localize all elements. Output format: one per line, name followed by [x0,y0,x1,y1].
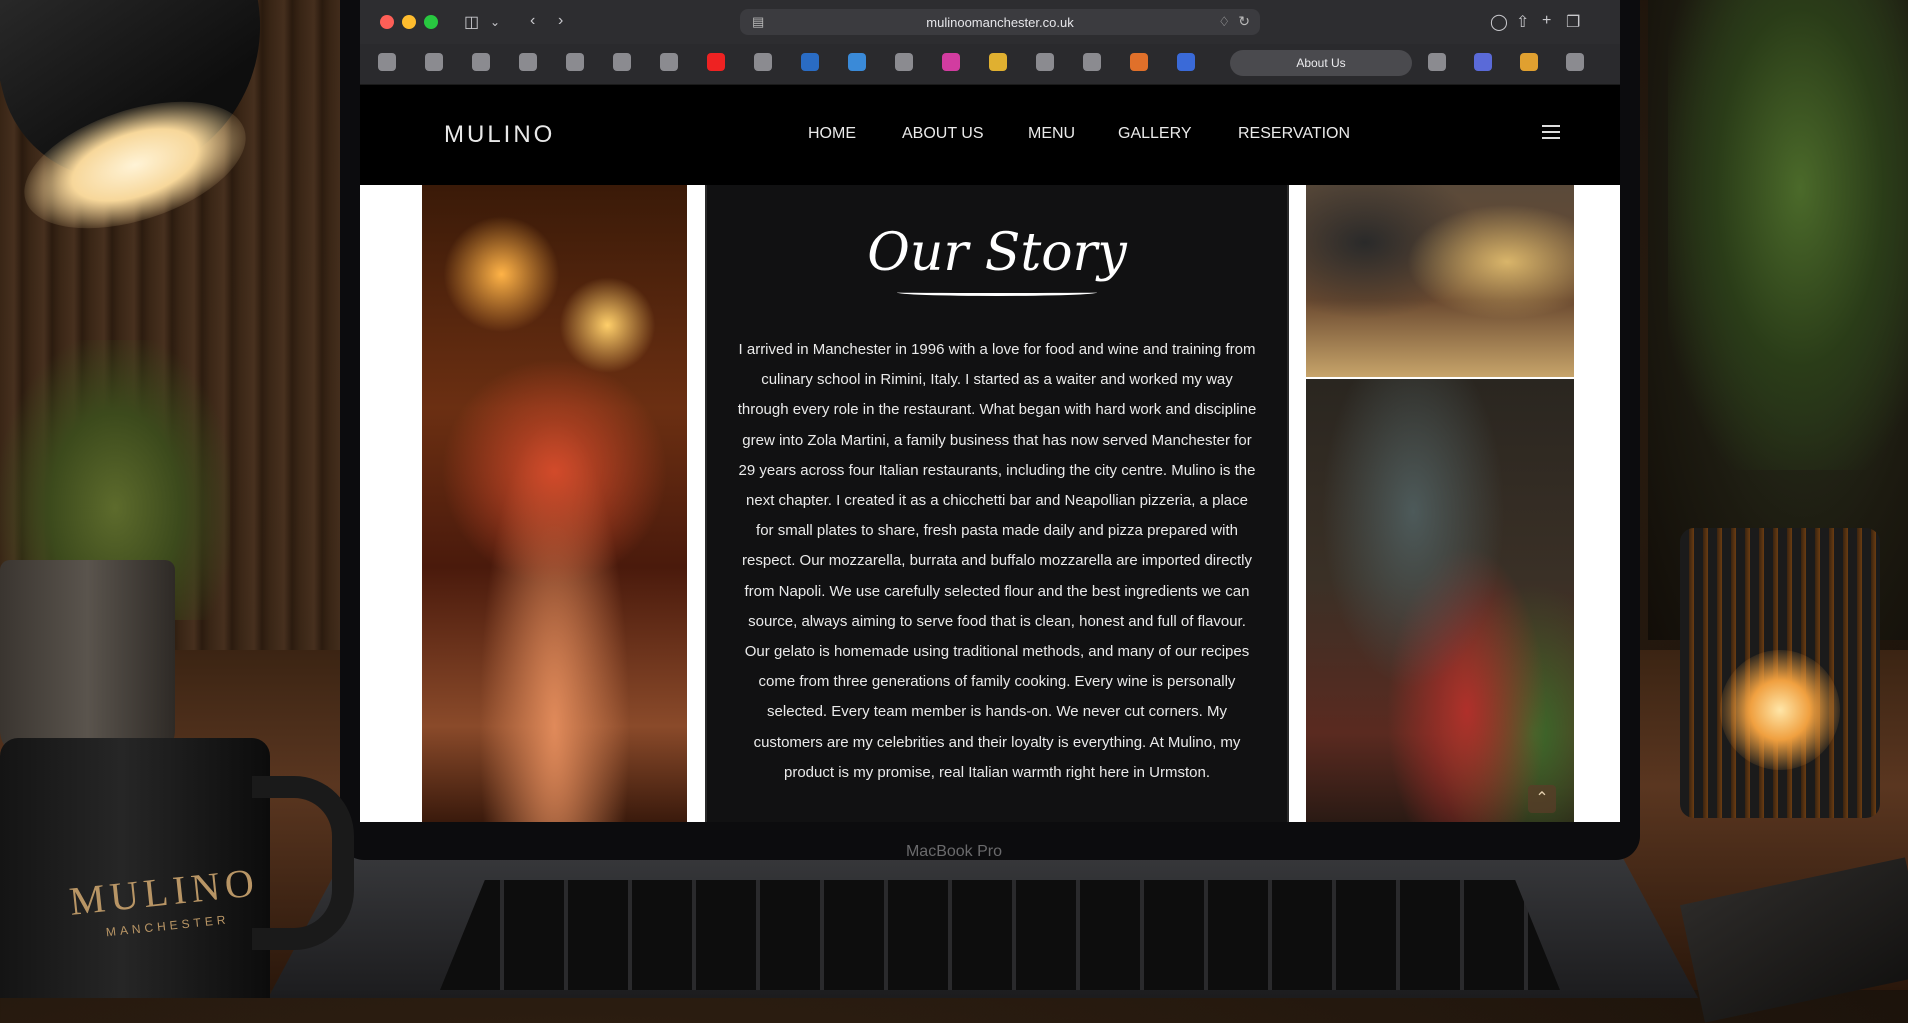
reload-icon[interactable]: ↻ [1238,13,1250,30]
favorite-icon[interactable] [895,53,913,71]
favorite-icon[interactable] [848,53,866,71]
tab-overview-icon[interactable]: ❐ [1566,12,1580,32]
downloads-icon[interactable]: ◯ [1490,12,1508,32]
back-icon[interactable]: ‹ [530,12,535,30]
page-menu-icon[interactable]: ▤ [752,14,764,30]
hamburger-menu-icon[interactable] [1542,125,1560,139]
favorite-icon[interactable] [1036,53,1054,71]
favorite-icon[interactable] [1428,53,1446,71]
favorite-icon[interactable] [1083,53,1101,71]
favorite-icon[interactable] [613,53,631,71]
nav-home[interactable]: HOME [808,125,856,143]
favorite-icon[interactable] [754,53,772,71]
about-section: Our Story I arrived in Manchester in 199… [360,185,1620,822]
address-bar[interactable]: ▤ mulinoomanchester.co.uk ♢ ↻ [740,9,1260,35]
favorite-icon[interactable] [472,53,490,71]
story-panel: Our Story I arrived in Manchester in 199… [705,185,1289,822]
share-icon[interactable]: ⇧ [1516,12,1529,32]
instagram-icon[interactable] [942,53,960,71]
url-text: mulinoomanchester.co.uk [926,14,1074,30]
restaurant-interior-photo [422,185,687,822]
title-underline [897,289,1097,296]
story-title: Our Story [867,223,1127,283]
story-text: I arrived in Manchester in 1996 with a l… [737,341,1257,781]
nav-menu[interactable]: MENU [1028,125,1075,143]
site-logo[interactable]: MULINO [444,121,555,149]
dining-room-photo [1306,379,1574,822]
favorite-icon[interactable] [660,53,678,71]
favorites-bar: About Us [360,44,1620,85]
minimize-window-button[interactable] [402,15,416,29]
team-photo [1306,185,1574,377]
new-tab-icon[interactable]: + [1542,12,1551,30]
nav-reservation[interactable]: RESERVATION [1238,125,1350,143]
favorite-icon[interactable] [1566,53,1584,71]
favorite-icon[interactable] [1177,53,1195,71]
favorite-icon[interactable] [425,53,443,71]
site-header: MULINO HOME ABOUT US MENU GALLERY RESERV… [360,85,1620,185]
nav-about-us[interactable]: ABOUT US [902,125,984,143]
nav-gallery[interactable]: GALLERY [1118,125,1192,143]
tab-label: About Us [1296,56,1346,70]
laptop-keyboard [440,880,1560,990]
favorite-icon[interactable] [519,53,537,71]
favorite-icon[interactable] [989,53,1007,71]
forward-icon[interactable]: › [558,12,563,30]
close-window-button[interactable] [380,15,394,29]
translate-icon[interactable]: ♢ [1218,14,1230,30]
favorite-icon[interactable] [1474,53,1492,71]
plant-pot [0,560,175,760]
chevron-down-icon[interactable]: ⌄ [490,15,500,29]
laptop-screen: ◫ ⌄ ‹ › ▤ mulinoomanchester.co.uk ♢ ↻ ◯ … [360,0,1620,822]
favorite-icon[interactable] [1130,53,1148,71]
favorite-icon[interactable] [566,53,584,71]
chevron-up-icon[interactable]: ⌃ [1528,785,1556,813]
browser-toolbar: ◫ ⌄ ‹ › ▤ mulinoomanchester.co.uk ♢ ↻ ◯ … [360,0,1620,44]
mug-handle [252,776,354,950]
youtube-icon[interactable] [707,53,725,71]
plant-right [1668,0,1908,470]
favorite-icon[interactable] [378,53,396,71]
favorite-icon[interactable] [1520,53,1538,71]
tab-about-us[interactable]: About Us [1230,50,1412,76]
favorite-icon[interactable] [801,53,819,71]
sidebar-icon[interactable]: ◫ [464,12,479,32]
candle-flame [1720,650,1840,770]
zoom-window-button[interactable] [424,15,438,29]
